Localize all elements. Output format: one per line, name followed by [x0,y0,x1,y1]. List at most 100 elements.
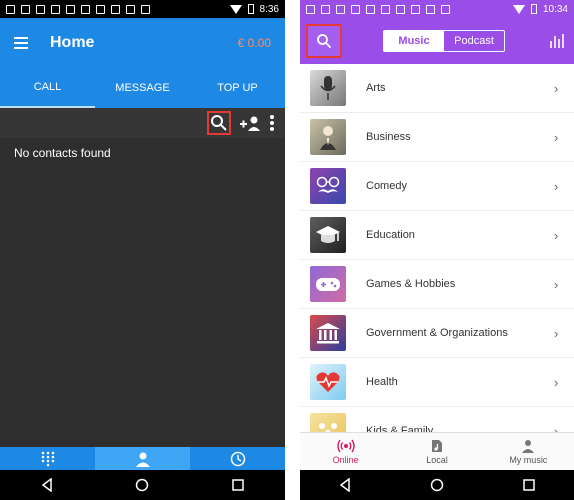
notification-icon [141,4,150,14]
list-item-government-organizations[interactable]: Government & Organizations › [300,309,574,358]
broadcast-icon [336,439,355,452]
tab-call[interactable]: CALL [0,68,95,108]
notification-icon [321,4,330,14]
status-bar: 10:34 [300,0,574,18]
app-bar: Home € 0.00 [0,18,285,68]
chevron-right-icon: › [554,374,559,390]
home-icon[interactable] [430,478,444,492]
search-button[interactable] [306,24,342,58]
battery-icon [247,4,254,14]
notification-icon [336,4,345,14]
notification-icon [6,4,15,14]
graduation-cap-icon [310,217,346,253]
system-nav-bar [300,470,574,500]
status-time: 10:34 [542,3,568,15]
list-item-business[interactable]: Business › [300,113,574,162]
page-title: Home [50,34,95,51]
menu-icon[interactable] [14,37,28,49]
bottom-nav [0,447,285,470]
category-label: Comedy [366,180,407,192]
music-file-icon [431,439,442,452]
list-item-games-hobbies[interactable]: Games & Hobbies › [300,260,574,309]
notification-icon [411,4,420,14]
tab-online-label: Online [332,454,359,465]
tab-local[interactable]: Local [391,433,482,470]
balance-text: € 0.00 [237,36,271,50]
chevron-right-icon: › [554,80,559,96]
businessman-icon [310,119,346,155]
history-tab[interactable] [190,447,285,470]
tab-message[interactable]: MESSAGE [95,68,190,108]
home-icon[interactable] [135,478,149,492]
notification-icon [426,4,435,14]
notification-icon [441,4,450,14]
notification-icon [36,4,45,14]
search-button[interactable] [207,111,231,135]
status-bar: 8:36 [0,0,285,18]
list-item-arts[interactable]: Arts › [300,64,574,113]
person-icon [522,439,535,453]
recents-icon[interactable] [522,479,535,491]
category-list: Arts › Business › Comedy › Education › G… [300,64,574,436]
microphone-icon [310,70,346,106]
category-label: Business [366,131,411,143]
chevron-right-icon: › [554,276,559,292]
contacts-tab[interactable] [95,447,190,470]
notification-icon [51,4,60,14]
music-podcast-toggle: Music Podcast [383,30,505,52]
notification-icon [126,4,135,14]
notification-icon [381,4,390,14]
tab-top-up[interactable]: TOP UP [190,68,285,108]
more-vert-icon[interactable] [269,114,275,132]
tab-my-music-label: My music [509,454,548,465]
search-icon [317,34,332,49]
chevron-right-icon: › [554,227,559,243]
chevron-right-icon: › [554,178,559,194]
tab-bar: CALL MESSAGE TOP UP [0,68,285,108]
category-label: Education [366,229,415,241]
history-icon [230,451,245,466]
list-item-comedy[interactable]: Comedy › [300,162,574,211]
notification-icon [21,4,30,14]
equalizer-icon [550,34,564,48]
equalizer-button[interactable] [546,34,568,48]
dialpad-icon [41,451,54,466]
empty-message: No contacts found [14,146,111,160]
heartbeat-icon [310,364,346,400]
notification-icon [96,4,105,14]
recents-icon[interactable] [232,479,244,491]
contacts-list: No contacts found [0,138,285,420]
notification-icon [66,4,75,14]
tab-online[interactable]: Online [300,433,391,470]
segment-podcast[interactable]: Podcast [444,31,504,51]
list-item-health[interactable]: Health › [300,358,574,407]
notification-icon [306,4,315,14]
dialpad-tab[interactable] [0,447,95,470]
chevron-right-icon: › [554,325,559,341]
notification-icon [396,4,405,14]
status-time: 8:36 [259,3,279,15]
app-bar: Music Podcast [300,18,574,64]
battery-icon [530,4,537,14]
back-icon[interactable] [339,478,351,492]
notification-icon [111,4,120,14]
list-item-education[interactable]: Education › [300,211,574,260]
tab-local-label: Local [426,454,448,465]
notification-icons [306,4,513,14]
wifi-icon [512,4,525,14]
right-phone-screen: 10:34 Music Podcast Arts › Business › Co… [300,0,574,500]
system-nav-bar [0,470,285,500]
tab-my-music[interactable]: My music [483,433,574,470]
category-label: Games & Hobbies [366,278,456,290]
add-contact-icon[interactable] [239,114,261,132]
notification-icon [81,4,90,14]
gamepad-icon [310,266,346,302]
category-label: Arts [366,82,386,94]
back-icon[interactable] [41,478,53,492]
search-icon [211,115,227,131]
left-phone-screen: 8:36 Home € 0.00 CALL MESSAGE TOP UP No … [0,0,285,500]
segment-music[interactable]: Music [384,31,444,51]
glasses-mustache-icon [310,168,346,204]
notification-icon [366,4,375,14]
contacts-icon [135,452,150,467]
